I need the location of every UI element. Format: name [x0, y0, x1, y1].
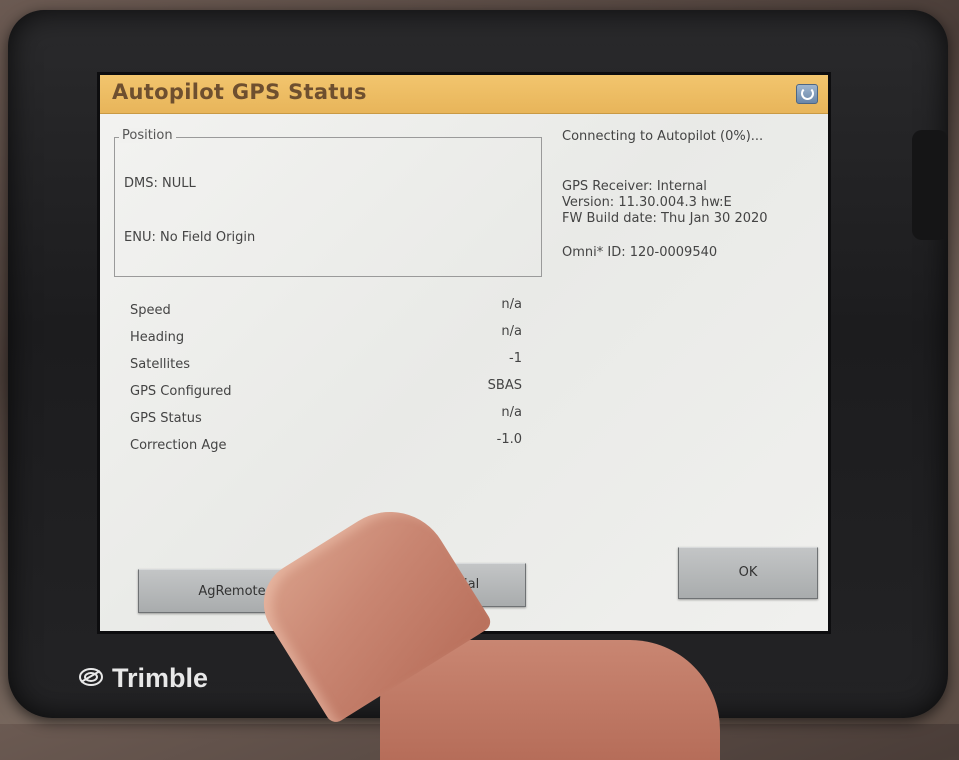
- status-row-heading: Heading n/a: [130, 324, 522, 351]
- status-value: SBAS: [487, 378, 522, 393]
- status-list: Speed n/a Heading n/a Satellites -1 GPS …: [130, 297, 522, 459]
- status-row-speed: Speed n/a: [130, 297, 522, 324]
- enu-readout: ENU: No Field Origin: [124, 230, 256, 245]
- status-row-correction-age: Correction Age -1.0: [130, 432, 522, 459]
- window-title: Autopilot GPS Status: [112, 80, 367, 104]
- firmware-version: Version: 11.30.004.3 hw:E: [562, 195, 732, 210]
- status-row-gps-configured: GPS Configured SBAS: [130, 378, 522, 405]
- status-label: Heading: [130, 330, 185, 345]
- dms-readout: DMS: NULL: [124, 176, 196, 191]
- receiver-info: GPS Receiver: Internal Version: 11.30.00…: [562, 179, 768, 227]
- position-group: Position DMS: NULL ENU: No Field Origin: [114, 128, 542, 277]
- status-label: Satellites: [130, 357, 191, 372]
- status-value: n/a: [501, 324, 522, 339]
- status-label: GPS Configured: [130, 384, 232, 399]
- omni-id: Omni* ID: 120-0009540: [562, 245, 718, 260]
- brand-name: Trimble: [112, 663, 209, 693]
- status-label: GPS Status: [130, 411, 202, 426]
- help-icon: [801, 87, 814, 100]
- status-label: Speed: [130, 303, 171, 318]
- display-screen: Autopilot GPS Status Position DMS: NULL …: [97, 72, 831, 634]
- status-row-gps-status: GPS Status n/a: [130, 405, 522, 432]
- title-bar: Autopilot GPS Status: [100, 75, 828, 114]
- ok-button[interactable]: OK: [678, 547, 818, 599]
- help-button[interactable]: [796, 84, 818, 104]
- status-value: -1.0: [496, 432, 522, 447]
- ok-button-label: OK: [738, 565, 758, 580]
- bezel-side-grip: [912, 130, 948, 240]
- receiver-type: GPS Receiver: Internal: [562, 179, 707, 194]
- trimble-logo-icon: [79, 668, 103, 686]
- status-row-satellites: Satellites -1: [130, 351, 522, 378]
- connection-status: Connecting to Autopilot (0%)...: [562, 129, 764, 144]
- status-value: n/a: [501, 297, 522, 312]
- firmware-build-date: FW Build date: Thu Jan 30 2020: [562, 211, 768, 226]
- position-legend: Position: [119, 128, 176, 143]
- status-label: Correction Age: [130, 438, 227, 453]
- status-value: n/a: [501, 405, 522, 420]
- status-value: -1: [509, 351, 522, 366]
